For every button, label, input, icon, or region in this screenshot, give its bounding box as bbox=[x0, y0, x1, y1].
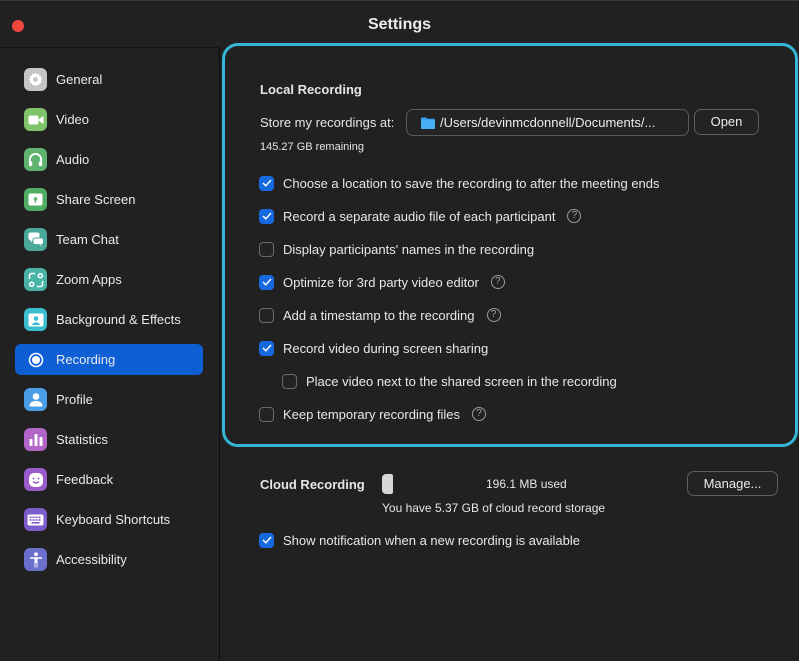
sidebar-divider bbox=[219, 48, 220, 661]
option-checkbox[interactable] bbox=[259, 340, 274, 356]
sidebar-item-label: Share Screen bbox=[56, 192, 136, 207]
recording-option[interactable]: Add a timestamp to the recording? bbox=[259, 306, 501, 324]
sidebar-item-general[interactable]: General bbox=[15, 64, 203, 95]
sidebar-item-label: Background & Effects bbox=[56, 312, 181, 327]
option-label: Choose a location to save the recording … bbox=[283, 175, 660, 191]
share-screen-icon bbox=[24, 188, 47, 211]
option-label: Keep temporary recording files bbox=[283, 406, 461, 422]
statistics-icon bbox=[24, 428, 47, 451]
recording-option[interactable]: Record video during screen sharing bbox=[259, 339, 488, 357]
sidebar-item-label: Zoom Apps bbox=[56, 272, 122, 287]
video-camera-icon bbox=[24, 108, 47, 131]
record-icon bbox=[24, 348, 47, 371]
option-label: Optimize for 3rd party video editor bbox=[283, 274, 479, 290]
help-icon[interactable]: ? bbox=[567, 209, 582, 223]
sidebar-item-label: Profile bbox=[56, 392, 93, 407]
sidebar-item-audio[interactable]: Audio bbox=[15, 144, 203, 175]
sidebar-item-label: Recording bbox=[56, 352, 116, 367]
sidebar-item-label: Statistics bbox=[56, 432, 109, 447]
checkmark-icon bbox=[262, 344, 272, 352]
cloud-used-text: 196.1 MB used bbox=[486, 477, 567, 491]
sidebar-item-label: Team Chat bbox=[56, 232, 119, 247]
recording-option[interactable]: Keep temporary recording files? bbox=[259, 405, 487, 423]
sidebar-item-label: Keyboard Shortcuts bbox=[56, 512, 171, 527]
recording-path-text: /Users/devinmcdonnell/Documents/... bbox=[440, 115, 656, 130]
help-icon[interactable]: ? bbox=[486, 308, 501, 322]
sidebar: General Video Audio Share Screen Team Chat Zo… bbox=[0, 48, 219, 661]
option-checkbox[interactable] bbox=[259, 274, 274, 290]
option-label: Display participants' names in the recor… bbox=[283, 241, 535, 257]
open-folder-button[interactable]: Open bbox=[694, 109, 759, 135]
checkmark-icon bbox=[262, 179, 272, 187]
headphones-icon bbox=[24, 148, 47, 171]
sidebar-item-label: General bbox=[56, 72, 103, 87]
notify-label: Show notification when a new recording i… bbox=[283, 532, 581, 548]
option-checkbox[interactable] bbox=[259, 175, 274, 191]
sidebar-item-label: Audio bbox=[56, 152, 90, 167]
checkmark-icon bbox=[262, 212, 272, 220]
option-checkbox[interactable] bbox=[259, 208, 274, 224]
apps-icon bbox=[24, 268, 47, 291]
sidebar-item-recording[interactable]: Recording bbox=[15, 344, 203, 375]
option-label: Add a timestamp to the recording bbox=[283, 307, 475, 323]
accessibility-icon bbox=[24, 548, 47, 571]
option-label: Record a separate audio file of each par… bbox=[283, 208, 556, 224]
option-checkbox[interactable] bbox=[282, 373, 297, 389]
title-bar: Settings bbox=[0, 0, 799, 48]
option-checkbox[interactable] bbox=[259, 406, 274, 422]
feedback-icon bbox=[24, 468, 47, 491]
disk-remaining-text: 145.27 GB remaining bbox=[260, 141, 364, 153]
local-recording-title: Local Recording bbox=[260, 82, 362, 97]
window-title: Settings bbox=[367, 16, 432, 33]
recording-path-field[interactable]: /Users/devinmcdonnell/Documents/... bbox=[406, 109, 689, 136]
checkmark-icon bbox=[262, 536, 272, 544]
folder-icon bbox=[421, 117, 435, 129]
sidebar-item-video[interactable]: Video bbox=[15, 104, 203, 135]
keyboard-icon bbox=[24, 508, 47, 531]
option-label: Place video next to the shared screen in… bbox=[306, 373, 617, 389]
profile-icon bbox=[24, 388, 47, 411]
help-icon[interactable]: ? bbox=[472, 407, 487, 421]
recording-option[interactable]: Optimize for 3rd party video editor? bbox=[259, 273, 505, 291]
sidebar-item-profile[interactable]: Profile bbox=[15, 384, 203, 415]
background-icon bbox=[24, 308, 47, 331]
gear-icon bbox=[24, 68, 47, 91]
recording-option[interactable]: Record a separate audio file of each par… bbox=[259, 207, 582, 225]
notify-checkbox[interactable] bbox=[259, 532, 274, 548]
sidebar-item-share-screen[interactable]: Share Screen bbox=[15, 184, 203, 215]
option-checkbox[interactable] bbox=[259, 241, 274, 257]
store-recordings-label: Store my recordings at: bbox=[260, 115, 395, 130]
chat-icon bbox=[24, 228, 47, 251]
sidebar-item-background-effects[interactable]: Background & Effects bbox=[15, 304, 203, 335]
sidebar-item-label: Video bbox=[56, 112, 90, 127]
cloud-storage-text: You have 5.37 GB of cloud record storage bbox=[382, 501, 606, 515]
sidebar-item-keyboard-shortcuts[interactable]: Keyboard Shortcuts bbox=[15, 504, 203, 535]
sidebar-item-feedback[interactable]: Feedback bbox=[15, 464, 203, 495]
sidebar-item-zoom-apps[interactable]: Zoom Apps bbox=[15, 264, 203, 295]
sidebar-item-statistics[interactable]: Statistics bbox=[15, 424, 203, 455]
cloud-storage-used-fill bbox=[382, 474, 393, 494]
sidebar-item-accessibility[interactable]: Accessibility bbox=[15, 544, 203, 575]
recording-option[interactable]: Place video next to the shared screen in… bbox=[282, 372, 617, 390]
help-icon[interactable]: ? bbox=[490, 275, 505, 289]
option-label: Record video during screen sharing bbox=[283, 340, 489, 356]
recording-option[interactable]: Choose a location to save the recording … bbox=[259, 174, 660, 192]
cloud-recording-title: Cloud Recording bbox=[260, 477, 365, 492]
notify-option[interactable]: Show notification when a new recording i… bbox=[259, 531, 580, 549]
recording-option[interactable]: Display participants' names in the recor… bbox=[259, 240, 534, 258]
sidebar-item-label: Accessibility bbox=[56, 552, 127, 567]
manage-cloud-button[interactable]: Manage... bbox=[687, 471, 778, 496]
sidebar-item-team-chat[interactable]: Team Chat bbox=[15, 224, 203, 255]
checkmark-icon bbox=[262, 278, 272, 286]
sidebar-item-label: Feedback bbox=[56, 472, 114, 487]
option-checkbox[interactable] bbox=[259, 307, 274, 323]
